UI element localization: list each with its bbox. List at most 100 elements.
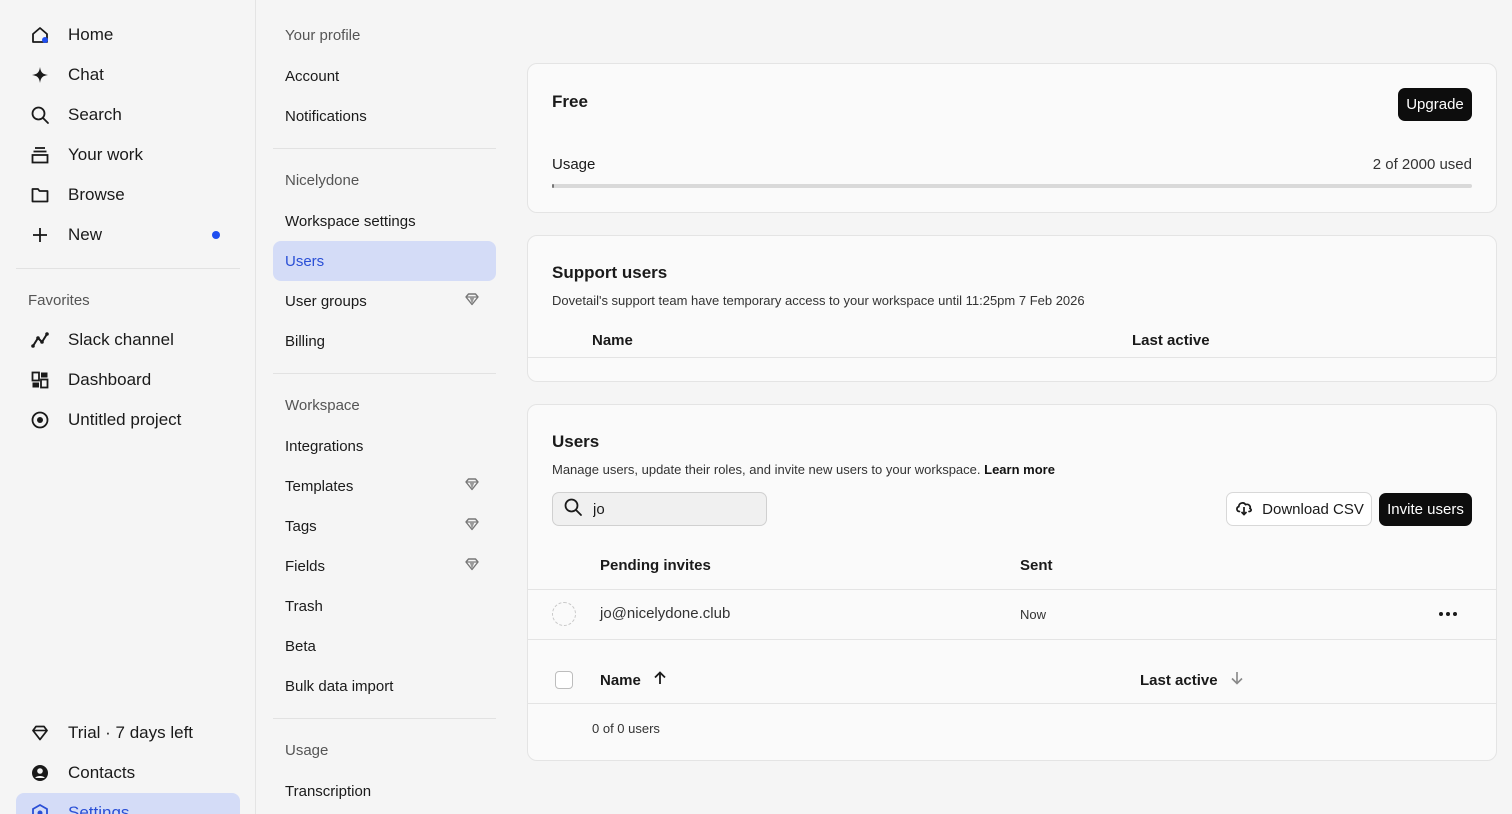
pending-invite-sent: Now — [1020, 607, 1047, 622]
subnav-integrations[interactable]: Integrations — [273, 426, 496, 466]
usage-progress-bar — [552, 184, 1472, 188]
subnav-templates[interactable]: Templates — [273, 466, 496, 506]
sent-header: Sent — [1020, 557, 1053, 574]
nav-divider — [16, 268, 240, 269]
subnav-workspace-settings-label: Workspace settings — [285, 212, 416, 230]
pending-invites-header: Pending invites — [600, 557, 711, 574]
subnav-divider — [273, 373, 496, 374]
nav-favorite-dashboard[interactable]: Dashboard — [16, 360, 240, 400]
subnav-account[interactable]: Account — [273, 56, 496, 96]
upgrade-button[interactable]: Upgrade — [1398, 88, 1472, 121]
profile-heading: Your profile — [285, 27, 361, 44]
nav-search[interactable]: Search — [16, 95, 240, 135]
users-description-text: Manage users, update their roles, and in… — [552, 462, 981, 477]
settings-icon — [30, 803, 50, 814]
subnav-integrations-label: Integrations — [285, 437, 364, 455]
users-col-last-active: Last active — [1140, 672, 1218, 689]
subnav-beta[interactable]: Beta — [273, 626, 496, 666]
user-search-box[interactable] — [552, 492, 767, 526]
subnav-tags[interactable]: Tags — [273, 506, 496, 546]
table-divider — [528, 703, 1496, 704]
stack-icon — [30, 145, 50, 165]
pending-invite-row: jo@nicelydone.club Now — [528, 590, 1496, 639]
nav-browse-label: Browse — [68, 185, 125, 204]
subnav-fields[interactable]: Fields — [273, 546, 496, 586]
support-col-last-active[interactable]: Last active — [1132, 332, 1210, 349]
subnav-workspace-settings[interactable]: Workspace settings — [273, 201, 496, 241]
search-icon — [563, 497, 583, 522]
arrow-down-icon — [1230, 671, 1244, 690]
nav-favorite-label: Slack channel — [68, 330, 174, 349]
select-all-checkbox[interactable] — [555, 671, 573, 689]
users-col-name: Name — [600, 672, 641, 689]
subnav-fields-label: Fields — [285, 557, 326, 575]
users-card: Users Manage users, update their roles, … — [527, 404, 1497, 761]
subnav-divider — [273, 718, 496, 719]
subnav-notifications-label: Notifications — [285, 107, 367, 125]
usage-label: Usage — [552, 156, 596, 173]
subnav-users[interactable]: Users — [273, 241, 496, 281]
nav-contacts[interactable]: Contacts — [16, 753, 240, 793]
support-col-name[interactable]: Name — [592, 332, 633, 349]
chart-line-icon — [30, 330, 50, 350]
search-icon — [30, 105, 50, 125]
subnav-notifications[interactable]: Notifications — [273, 96, 496, 136]
nav-new[interactable]: New — [16, 215, 240, 255]
sort-by-last-active[interactable]: Last active — [1140, 671, 1244, 690]
nav-chat-label: Chat — [68, 65, 104, 84]
plan-name: Free — [552, 92, 588, 111]
nav-favorite-label: Untitled project — [68, 410, 182, 429]
subnav-bulk-data-import[interactable]: Bulk data import — [273, 666, 496, 706]
users-title: Users — [552, 432, 600, 451]
subnav-billing-label: Billing — [285, 332, 326, 350]
user-count: 0 of 0 users — [592, 721, 660, 736]
premium-diamond-icon — [464, 516, 480, 537]
folder-icon — [30, 185, 50, 205]
cloud-download-icon — [1234, 497, 1254, 521]
nav-favorite-untitled-project[interactable]: Untitled project — [16, 400, 240, 440]
user-search-input[interactable] — [593, 500, 753, 518]
nav-home[interactable]: Home — [16, 15, 240, 55]
invite-users-button[interactable]: Invite users — [1379, 493, 1472, 526]
subnav-beta-label: Beta — [285, 637, 316, 655]
nav-trial[interactable]: Trial · 7 days left — [16, 713, 240, 753]
nav-trial-label: Trial · 7 days left — [68, 723, 194, 742]
subnav-divider — [273, 148, 496, 149]
subnav-user-groups[interactable]: User groups — [273, 281, 496, 321]
premium-diamond-icon — [464, 556, 480, 577]
sparkle-icon — [30, 65, 50, 85]
download-csv-label: Download CSV — [1262, 500, 1364, 518]
support-users-description: Dovetail's support team have temporary a… — [552, 293, 1085, 308]
nav-settings[interactable]: Settings — [16, 793, 240, 814]
nav-your-work-label: Your work — [68, 145, 143, 164]
nav-new-label: New — [68, 225, 103, 244]
main-sidebar: Home Chat Search Your work Browse New Fa… — [0, 0, 256, 814]
plus-icon — [30, 225, 50, 245]
subnav-billing[interactable]: Billing — [273, 321, 496, 361]
more-options-icon[interactable] — [1436, 602, 1460, 626]
avatar-placeholder — [552, 602, 576, 626]
workspace-heading: Workspace — [285, 397, 360, 414]
user-circle-icon — [30, 763, 50, 783]
download-csv-button[interactable]: Download CSV — [1226, 492, 1372, 526]
subnav-tags-label: Tags — [285, 517, 317, 535]
nav-favorite-slack-channel[interactable]: Slack channel — [16, 320, 240, 360]
subnav-account-label: Account — [285, 67, 340, 85]
arrow-up-icon — [653, 671, 667, 690]
diamond-icon — [30, 723, 50, 743]
nav-favorite-label: Dashboard — [68, 370, 152, 389]
sort-by-name[interactable]: Name — [600, 671, 667, 690]
dashboard-icon — [30, 370, 50, 390]
subnav-transcription[interactable]: Transcription — [273, 771, 496, 811]
nav-chat[interactable]: Chat — [16, 55, 240, 95]
home-icon — [30, 25, 50, 45]
subnav-transcription-label: Transcription — [285, 782, 372, 800]
org-heading: Nicelydone — [285, 172, 360, 189]
nav-contacts-label: Contacts — [68, 763, 136, 782]
table-divider — [528, 639, 1496, 640]
subnav-trash[interactable]: Trash — [273, 586, 496, 626]
nav-your-work[interactable]: Your work — [16, 135, 240, 175]
plan-card: Free Upgrade Usage 2 of 2000 used — [527, 63, 1497, 213]
learn-more-link[interactable]: Learn more — [984, 462, 1055, 477]
nav-browse[interactable]: Browse — [16, 175, 240, 215]
